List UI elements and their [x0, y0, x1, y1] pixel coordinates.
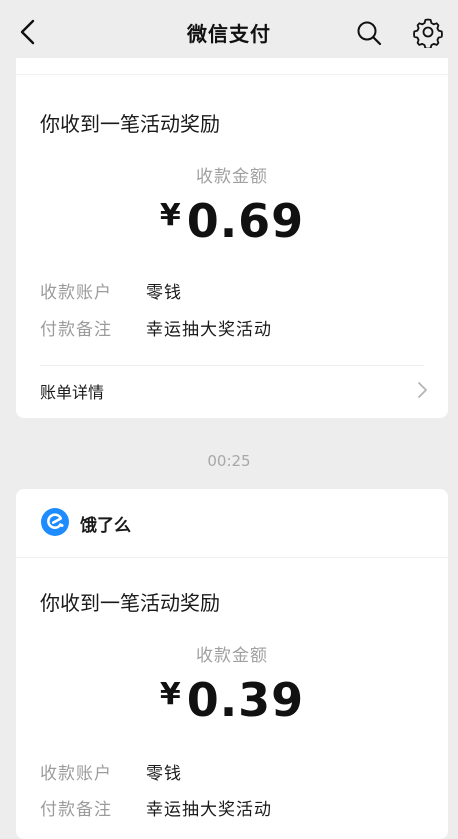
remark-label: 付款备注: [40, 320, 112, 340]
account-value: 零钱: [146, 283, 182, 303]
bill-details-link[interactable]: 账单详情: [40, 375, 430, 405]
payment-message-card[interactable]: 你收到一笔活动奖励 收款金额 ¥0.69 收款账户 零钱 付款备注 幸运抽大奖活…: [16, 58, 448, 418]
divider: [40, 365, 424, 366]
eleme-logo-icon: [41, 508, 69, 536]
chevron-right-icon: [418, 382, 427, 398]
nav-bar: 微信支付: [0, 0, 458, 66]
remark-label: 付款备注: [40, 800, 112, 820]
amount-value: 0.39: [186, 673, 305, 727]
bill-details-label: 账单详情: [40, 383, 105, 402]
amount-value: 0.69: [186, 194, 305, 248]
amount-label: 收款金额: [196, 646, 268, 666]
amount: ¥0.69: [16, 194, 448, 248]
amount: ¥0.39: [16, 673, 448, 727]
merchant-name: 饿了么: [80, 516, 131, 536]
account-value: 零钱: [146, 764, 182, 784]
amount-label: 收款金额: [196, 167, 268, 187]
message-timestamp: 00:25: [207, 452, 251, 470]
message-title: 你收到一笔活动奖励: [40, 112, 220, 136]
currency-symbol: ¥: [159, 677, 181, 712]
account-label: 收款账户: [40, 764, 112, 784]
remark-value: 幸运抽大奖活动: [146, 800, 272, 820]
payment-message-card[interactable]: 饿了么 你收到一笔活动奖励 收款金额 ¥0.39 收款账户 零钱 付款备注 幸运…: [16, 489, 448, 839]
merchant-header[interactable]: 饿了么: [16, 489, 448, 558]
divider: [16, 74, 448, 75]
page-title: 微信支付: [187, 22, 271, 46]
account-label: 收款账户: [40, 283, 112, 303]
gear-icon[interactable]: [412, 16, 444, 48]
currency-symbol: ¥: [159, 198, 181, 233]
search-icon[interactable]: [354, 18, 384, 48]
message-title: 你收到一笔活动奖励: [40, 591, 220, 615]
remark-value: 幸运抽大奖活动: [146, 320, 272, 340]
